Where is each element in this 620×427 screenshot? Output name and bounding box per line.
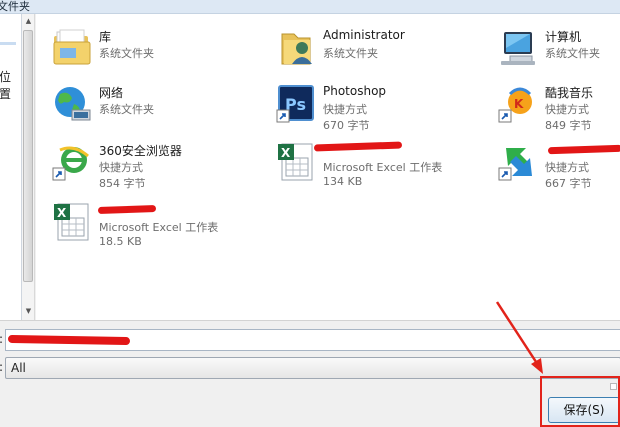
file-type-select[interactable]: All xyxy=(5,357,620,379)
annotation-highlight-box xyxy=(540,376,620,427)
network-globe-icon xyxy=(55,87,91,121)
file-name: 360安全浏览器 xyxy=(99,144,182,158)
file-name: Administrator xyxy=(323,28,405,42)
file-name-input[interactable] xyxy=(5,329,620,351)
file-type: 快捷方式 xyxy=(323,103,367,116)
nav-selection-highlight xyxy=(0,42,16,45)
scroll-up-arrow-icon[interactable]: ▲ xyxy=(24,17,33,25)
dialog-title: 文件夹 xyxy=(0,0,30,13)
redaction-mark xyxy=(97,204,157,215)
photoshop-shortcut-icon: Ps xyxy=(276,85,314,123)
svg-text:X: X xyxy=(281,146,291,160)
file-name: Photoshop xyxy=(323,84,387,98)
file-list-area[interactable]: 库 系统文件夹 Administrator 系统文件夹 计算机 系统文件夹 网络… xyxy=(36,14,620,320)
file-type-value: All xyxy=(11,361,26,375)
file-item-computer[interactable]: 计算机 系统文件夹 xyxy=(498,28,620,84)
file-item-shortcut-redacted[interactable]: 快捷方式 667 字节 xyxy=(498,142,620,198)
file-item-excel-2[interactable]: X Microsoft Excel 工作表 18.5 KB xyxy=(52,202,272,258)
file-item-photoshop[interactable]: Ps Photoshop 快捷方式 670 字节 xyxy=(276,84,496,140)
library-icon xyxy=(53,29,91,65)
redaction-mark xyxy=(313,141,403,152)
nav-item-label[interactable]: 位置 xyxy=(0,68,21,102)
file-item-kuwo-music[interactable]: K 酷我音乐 快捷方式 849 字节 xyxy=(498,84,620,140)
file-name: 库 xyxy=(99,30,112,44)
excel-file-icon: X xyxy=(54,203,89,241)
svg-text:K: K xyxy=(514,97,524,111)
ie-browser-shortcut-icon xyxy=(52,146,89,181)
navigation-pane[interactable]: 位置 xyxy=(0,14,22,320)
file-type: Microsoft Excel 工作表 xyxy=(323,161,443,174)
svg-text:X: X xyxy=(57,206,67,220)
file-size: 854 字节 xyxy=(99,177,146,190)
file-type: 系统文件夹 xyxy=(323,47,378,60)
computer-icon xyxy=(501,32,535,65)
file-type: 快捷方式 xyxy=(545,103,589,116)
file-item-360-browser[interactable]: 360安全浏览器 快捷方式 854 字节 xyxy=(52,142,272,198)
navigation-scrollbar[interactable]: ▲ ▼ xyxy=(22,14,35,320)
file-size: 18.5 KB xyxy=(99,235,142,248)
file-type: 系统文件夹 xyxy=(99,103,154,116)
file-size: 670 字节 xyxy=(323,119,370,132)
dialog-title-bar: 文件夹 xyxy=(0,0,620,14)
file-item-library[interactable]: 库 系统文件夹 xyxy=(52,28,272,84)
scrollbar-thumb[interactable] xyxy=(23,30,33,282)
file-name: 酷我音乐 xyxy=(545,86,594,100)
excel-file-icon: X xyxy=(278,143,313,181)
file-size: 667 字节 xyxy=(545,177,592,190)
file-type-label: : xyxy=(0,360,3,374)
save-dialog-form: : : All 保存(S) xyxy=(0,320,620,427)
user-folder-icon xyxy=(281,33,312,65)
file-size: 849 字节 xyxy=(545,119,592,132)
kuwo-music-shortcut-icon: K xyxy=(498,87,532,123)
file-type: Microsoft Excel 工作表 xyxy=(99,221,219,234)
redaction-mark xyxy=(547,144,620,155)
file-type: 快捷方式 xyxy=(545,161,589,174)
file-type: 系统文件夹 xyxy=(545,47,600,60)
file-name-label: : xyxy=(0,332,3,346)
redaction-mark xyxy=(7,334,131,346)
file-name: 计算机 xyxy=(545,30,582,44)
file-type: 快捷方式 xyxy=(99,161,143,174)
file-item-excel-1[interactable]: X Microsoft Excel 工作表 134 KB xyxy=(276,141,496,198)
file-type: 系统文件夹 xyxy=(99,47,154,60)
file-item-administrator[interactable]: Administrator 系统文件夹 xyxy=(276,28,496,84)
green-blue-arrows-shortcut-icon xyxy=(498,148,532,181)
scroll-down-arrow-icon[interactable]: ▼ xyxy=(24,307,33,315)
file-size: 134 KB xyxy=(323,175,363,188)
file-name: 网络 xyxy=(99,86,124,100)
file-item-network[interactable]: 网络 系统文件夹 xyxy=(52,84,272,140)
